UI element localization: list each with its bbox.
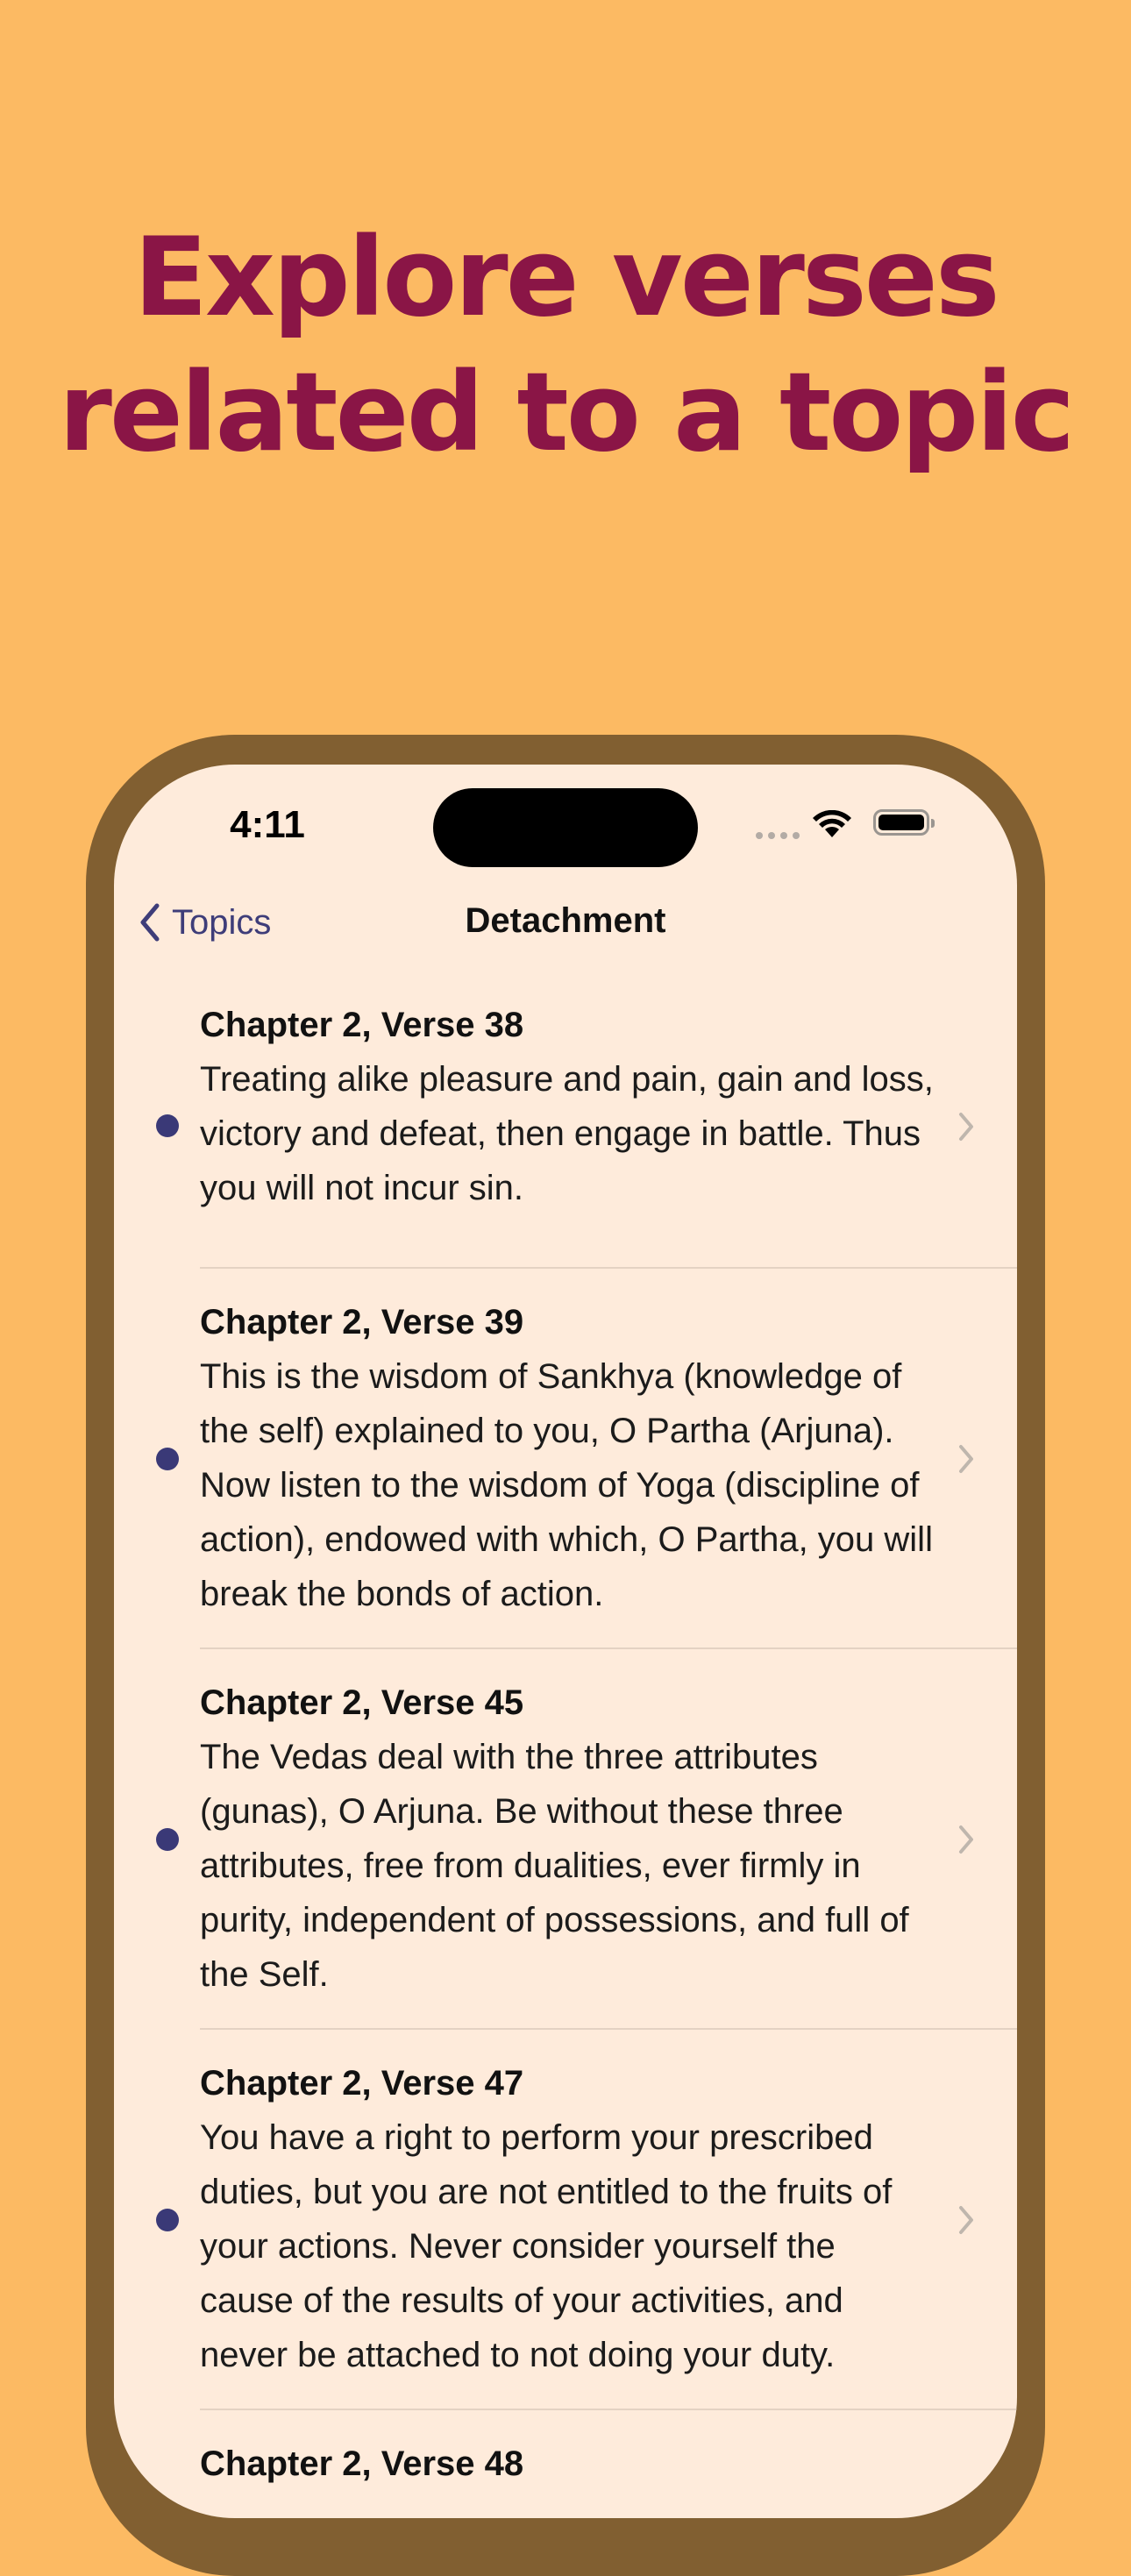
unread-dot [156,1828,179,1851]
list-item[interactable]: Chapter 2, Verse 47 You have a right to … [114,2030,1017,2410]
verse-list: Chapter 2, Verse 38 Treating alike pleas… [114,998,1017,2518]
chevron-right-icon [959,2206,973,2234]
verse-text: This is the wisdom of Sankhya (knowledge… [200,1357,933,1613]
cellular-signal-icon [756,832,800,839]
dynamic-island [433,788,698,867]
unread-dot [156,2209,179,2231]
verse-text: You have a right to perform your prescri… [200,2118,893,2374]
list-item[interactable]: Chapter 2, Verse 45 The Vedas deal with … [114,1649,1017,2030]
verse-heading: Chapter 2, Verse 39 [200,1303,524,1341]
headline: Explore verses related to a topic [0,210,1131,480]
page-title: Detachment [465,901,666,940]
chevron-right-icon [959,1113,973,1141]
verse-heading: Chapter 2, Verse 38 [200,1006,524,1044]
verse-heading: Chapter 2, Verse 45 [200,1683,524,1722]
list-item[interactable]: Chapter 2, Verse 38 Treating alike pleas… [114,998,1017,1269]
battery-icon [873,809,935,836]
chevron-right-icon [959,1825,973,1854]
verse-heading: Chapter 2, Verse 48 [200,2444,524,2483]
status-time: 4:11 [230,803,305,846]
unread-dot [156,1448,179,1470]
verse-text: Treating alike pleasure and pain, gain a… [200,1060,934,1207]
verse-heading: Chapter 2, Verse 47 [200,2064,524,2103]
list-item[interactable]: Chapter 2, Verse 39 This is the wisdom o… [114,1269,1017,1649]
chevron-right-icon [959,1445,973,1473]
unread-dot [156,1114,179,1137]
headline-line-1: Explore verses [133,215,999,341]
headline-line-2: related to a topic [58,350,1075,476]
wifi-icon [812,809,852,844]
verse-text: The Vedas deal with the three attributes… [200,1738,909,1994]
list-item[interactable]: Chapter 2, Verse 48 [114,2410,1017,2518]
phone-screen: 4:11 Topics Detachment Chapter 2, Verse … [114,765,1017,2518]
